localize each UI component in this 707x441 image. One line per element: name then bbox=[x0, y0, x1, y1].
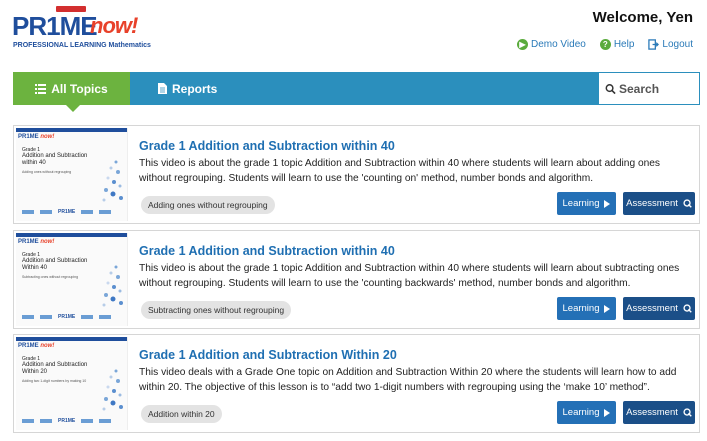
thumbnail-subtitle: Adding two 1-digit numbers by making 10 bbox=[22, 379, 87, 383]
search-icon bbox=[605, 83, 616, 94]
thumbnail-title: Addition and Subtraction Within 40 bbox=[22, 258, 88, 271]
thumbnail-footer: PR1ME bbox=[22, 313, 122, 320]
assessment-button[interactable]: Assessment bbox=[623, 192, 695, 215]
assessment-q-icon bbox=[683, 304, 692, 313]
thumbnail-logo: PR1ME now! bbox=[18, 134, 55, 140]
search-box[interactable] bbox=[598, 72, 700, 105]
help-label: Help bbox=[613, 39, 635, 50]
play-icon: ▶ bbox=[516, 39, 528, 50]
thumbnail-footer: PR1ME bbox=[22, 208, 122, 215]
assessment-button-label: Assessment bbox=[626, 407, 678, 418]
learning-button-label: Learning bbox=[562, 198, 600, 209]
thumbnail-footer: PR1ME bbox=[22, 417, 122, 424]
topic-title[interactable]: Grade 1 Addition and Subtraction within … bbox=[139, 139, 395, 153]
prime-now-logo[interactable]: PR1ME now! PROFESSIONAL LEARNING Mathema… bbox=[12, 6, 151, 50]
thumbnail-bar bbox=[16, 337, 127, 341]
topic-card: PR1ME now! Grade 1 Addition and Subtract… bbox=[13, 125, 700, 224]
document-icon bbox=[158, 83, 167, 94]
logo-prime-text: PR1ME bbox=[12, 11, 98, 41]
lesson-tag: Subtracting ones without regrouping bbox=[141, 301, 292, 319]
logo-now-text: now! bbox=[90, 13, 138, 38]
assessment-q-icon bbox=[683, 199, 692, 208]
video-thumbnail[interactable]: PR1ME now! Grade 1 Addition and Subtract… bbox=[16, 337, 128, 430]
demo-video-link[interactable]: ▶ Demo Video bbox=[516, 39, 586, 50]
assessment-button[interactable]: Assessment bbox=[623, 401, 695, 424]
thumbnail-title: Addition and Subtraction within 40 bbox=[22, 153, 88, 166]
learning-button[interactable]: Learning bbox=[557, 192, 616, 215]
lesson-tag: Adding ones without regrouping bbox=[141, 196, 275, 214]
topic-description: This video is about the grade 1 topic Ad… bbox=[139, 158, 661, 184]
assessment-q-icon bbox=[683, 408, 692, 417]
topic-description: This video deals with a Grade One topic … bbox=[139, 367, 677, 393]
thumbnail-logo: PR1ME now! bbox=[18, 343, 55, 349]
tab-reports[interactable]: Reports bbox=[158, 72, 217, 105]
thumbnail-dots-graphic bbox=[102, 160, 123, 202]
topic-card: PR1ME now! Grade 1 Addition and Subtract… bbox=[13, 334, 700, 433]
help-icon: ? bbox=[599, 39, 611, 50]
welcome-message: Welcome, Yen bbox=[592, 9, 693, 26]
logout-link[interactable]: Logout bbox=[648, 39, 693, 50]
demo-video-label: Demo Video bbox=[530, 39, 586, 50]
page-header: PR1ME now! PROFESSIONAL LEARNING Mathema… bbox=[0, 0, 707, 70]
list-icon bbox=[35, 83, 47, 94]
search-input[interactable] bbox=[619, 81, 699, 96]
thumbnail-subtitle: Adding ones without regrouping bbox=[22, 170, 72, 174]
assessment-button-label: Assessment bbox=[626, 198, 678, 209]
tab-all-topics-label: All Topics bbox=[51, 81, 108, 96]
learning-button[interactable]: Learning bbox=[557, 401, 616, 424]
play-arrow-icon bbox=[604, 408, 611, 417]
video-thumbnail[interactable]: PR1ME now! Grade 1 Addition and Subtract… bbox=[16, 128, 128, 221]
top-links: ▶ Demo Video ? Help Logout bbox=[516, 39, 693, 50]
topic-title[interactable]: Grade 1 Addition and Subtraction Within … bbox=[139, 348, 397, 362]
thumbnail-dots-graphic bbox=[102, 369, 123, 411]
thumbnail-subtitle: Subtracting ones without regrouping bbox=[22, 275, 79, 279]
logo-subtitle: PROFESSIONAL LEARNING Mathematics bbox=[13, 42, 151, 49]
play-arrow-icon bbox=[604, 304, 611, 313]
thumbnail-title: Addition and Subtraction Within 20 bbox=[22, 362, 88, 375]
lesson-tag: Addition within 20 bbox=[141, 405, 222, 423]
learning-button[interactable]: Learning bbox=[557, 297, 616, 320]
tab-reports-label: Reports bbox=[172, 81, 218, 96]
topic-description: This video is about the grade 1 topic Ad… bbox=[139, 263, 680, 289]
tab-all-topics[interactable]: All Topics bbox=[13, 72, 130, 112]
learning-button-label: Learning bbox=[562, 407, 600, 418]
assessment-button[interactable]: Assessment bbox=[623, 297, 695, 320]
thumbnail-bar bbox=[16, 128, 127, 132]
help-link[interactable]: ? Help bbox=[599, 39, 635, 50]
thumbnail-bar bbox=[16, 233, 127, 237]
topic-card: PR1ME now! Grade 1 Addition and Subtract… bbox=[13, 230, 700, 329]
thumbnail-dots-graphic bbox=[102, 265, 123, 307]
topic-title[interactable]: Grade 1 Addition and Subtraction within … bbox=[139, 244, 395, 258]
learning-button-label: Learning bbox=[562, 303, 600, 314]
logout-icon bbox=[648, 39, 660, 50]
main-nav: All Topics Reports bbox=[13, 72, 700, 112]
assessment-button-label: Assessment bbox=[626, 303, 678, 314]
video-thumbnail[interactable]: PR1ME now! Grade 1 Addition and Subtract… bbox=[16, 233, 128, 326]
play-arrow-icon bbox=[604, 199, 611, 208]
logout-label: Logout bbox=[662, 39, 693, 50]
thumbnail-logo: PR1ME now! bbox=[18, 239, 55, 245]
